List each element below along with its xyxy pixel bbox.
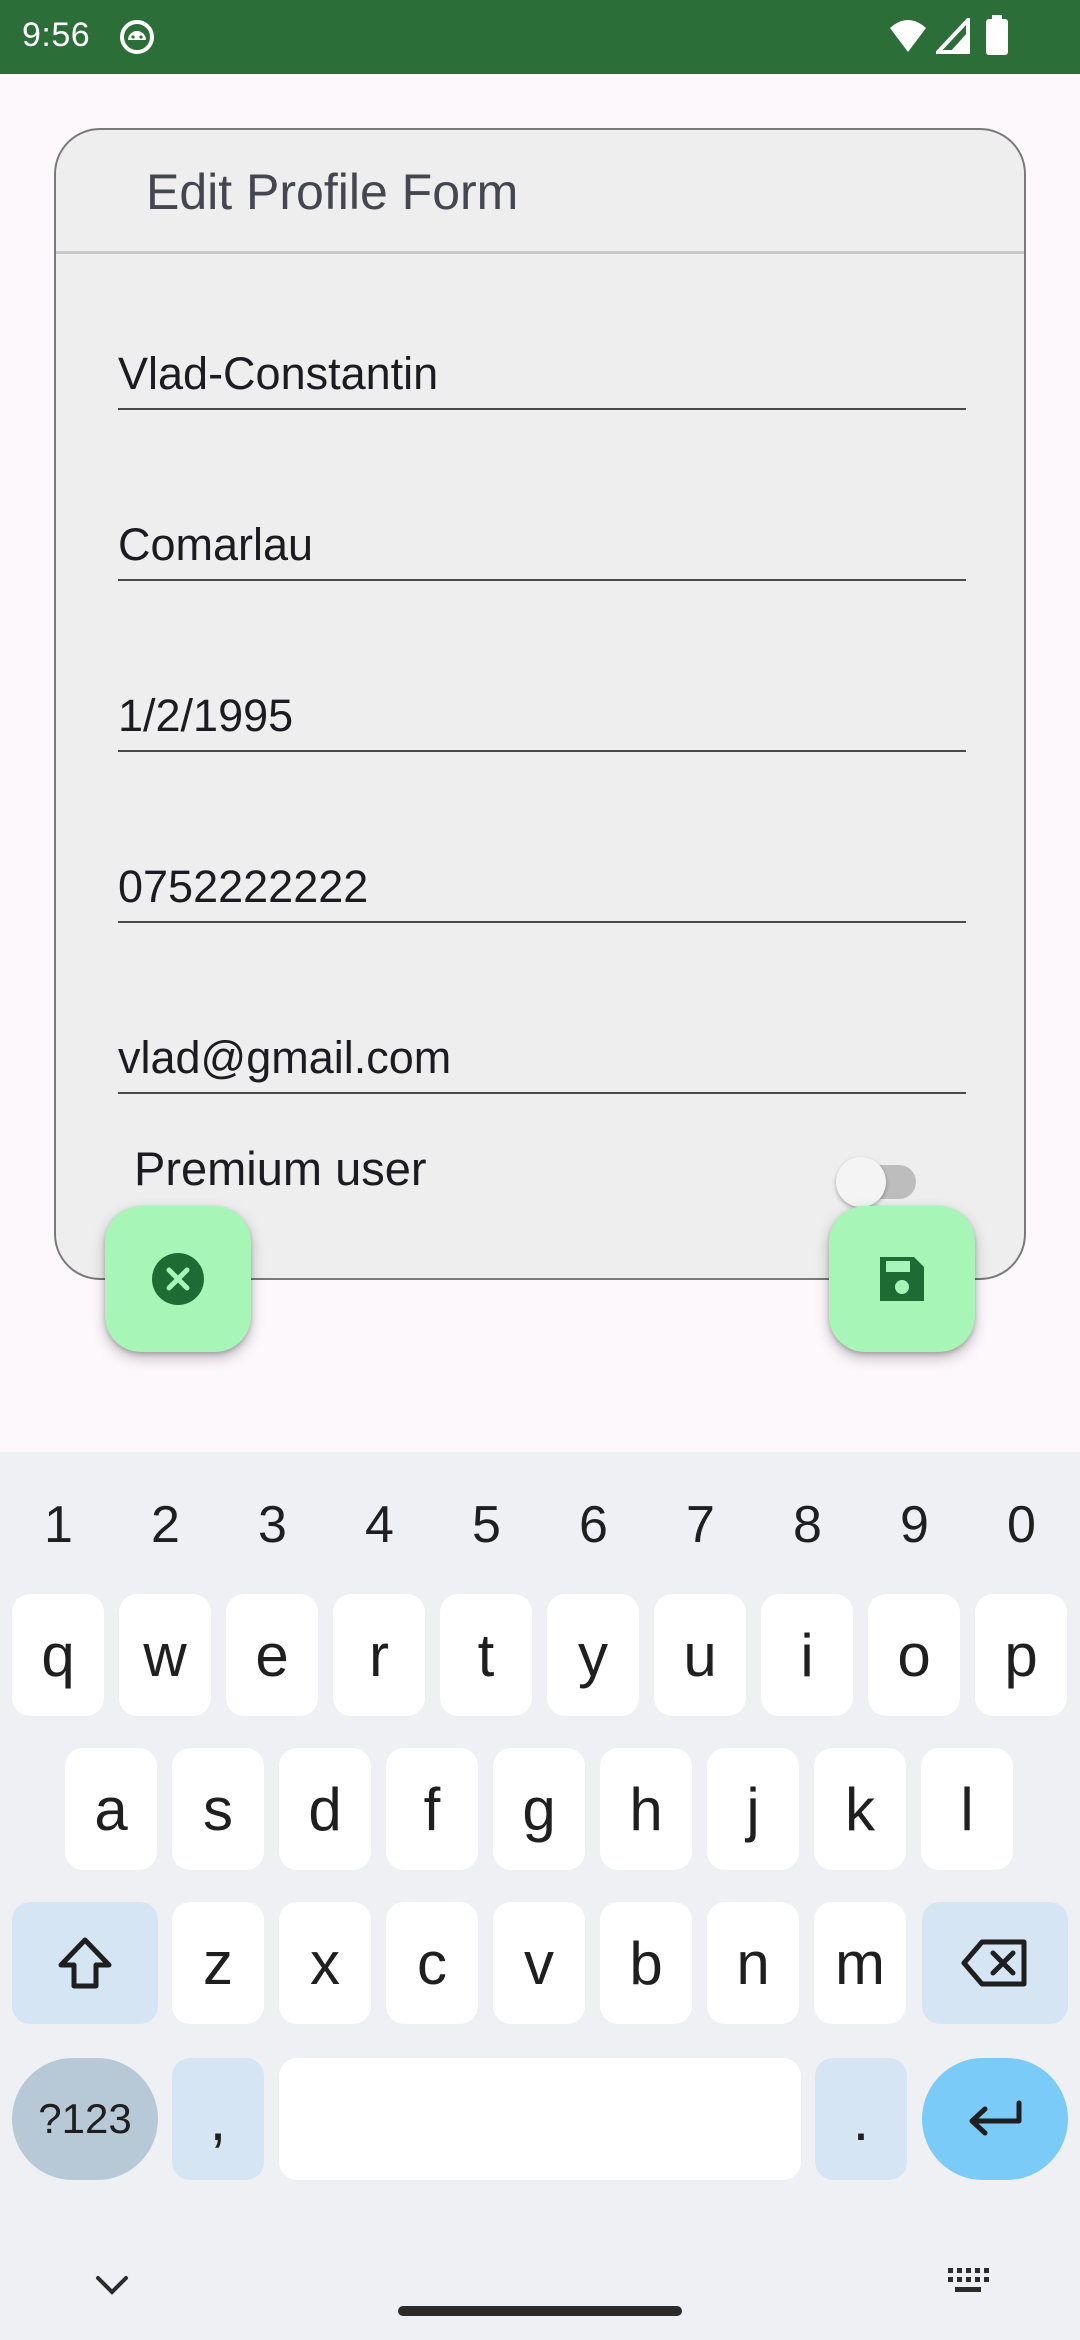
key-i[interactable]: i <box>761 1594 853 1716</box>
period-key[interactable]: . <box>815 2058 907 2180</box>
wifi-icon <box>890 20 926 52</box>
status-bar: 9:56 <box>0 0 1080 74</box>
space-key[interactable] <box>279 2058 801 2180</box>
card-header: Edit Profile Form <box>56 130 1024 254</box>
key-e[interactable]: e <box>226 1594 318 1716</box>
key-h[interactable]: h <box>600 1748 692 1870</box>
key-a[interactable]: a <box>65 1748 157 1870</box>
phone-field[interactable] <box>118 843 966 923</box>
edit-profile-card: Edit Profile Form Premium user <box>54 128 1026 1280</box>
chevron-down-icon[interactable] <box>92 2272 132 2298</box>
birth-date-field[interactable] <box>118 672 966 752</box>
key-2[interactable]: 2 <box>112 1485 219 1565</box>
key-z[interactable]: z <box>172 1902 264 2024</box>
key-b[interactable]: b <box>600 1902 692 2024</box>
cancel-icon <box>152 1253 204 1305</box>
key-r[interactable]: r <box>333 1594 425 1716</box>
key-0[interactable]: 0 <box>968 1485 1075 1565</box>
key-x[interactable]: x <box>279 1902 371 2024</box>
key-w[interactable]: w <box>119 1594 211 1716</box>
key-c[interactable]: c <box>386 1902 478 2024</box>
key-f[interactable]: f <box>386 1748 478 1870</box>
save-button[interactable] <box>829 1206 975 1352</box>
symbols-key[interactable]: ?123 <box>12 2058 158 2180</box>
key-j[interactable]: j <box>707 1748 799 1870</box>
key-g[interactable]: g <box>493 1748 585 1870</box>
key-t[interactable]: t <box>440 1594 532 1716</box>
first-name-input[interactable] <box>118 348 966 400</box>
key-q[interactable]: q <box>12 1594 104 1716</box>
shift-key[interactable] <box>12 1902 158 2024</box>
first-name-field[interactable] <box>118 330 966 410</box>
key-u[interactable]: u <box>654 1594 746 1716</box>
last-name-input[interactable] <box>118 519 966 571</box>
key-o[interactable]: o <box>868 1594 960 1716</box>
phone-input[interactable] <box>118 861 966 913</box>
key-s[interactable]: s <box>172 1748 264 1870</box>
comma-key[interactable]: , <box>172 2058 264 2180</box>
key-5[interactable]: 5 <box>433 1485 540 1565</box>
android-app-icon <box>120 20 154 54</box>
backspace-icon <box>961 1939 1027 1987</box>
backspace-key[interactable] <box>922 1902 1068 2024</box>
email-input[interactable] <box>118 1032 966 1084</box>
key-n[interactable]: n <box>707 1902 799 2024</box>
enter-key[interactable] <box>922 2058 1068 2180</box>
key-1[interactable]: 1 <box>5 1485 112 1565</box>
premium-user-switch[interactable] <box>836 1149 920 1207</box>
last-name-field[interactable] <box>118 501 966 581</box>
key-9[interactable]: 9 <box>861 1485 968 1565</box>
cancel-button[interactable] <box>105 1206 251 1352</box>
key-p[interactable]: p <box>975 1594 1067 1716</box>
premium-user-label: Premium user <box>134 1142 427 1195</box>
form-title: Edit Profile Form <box>146 164 519 220</box>
key-v[interactable]: v <box>493 1902 585 2024</box>
key-k[interactable]: k <box>814 1748 906 1870</box>
key-y[interactable]: y <box>547 1594 639 1716</box>
cell-signal-icon <box>936 18 970 54</box>
key-6[interactable]: 6 <box>540 1485 647 1565</box>
key-4[interactable]: 4 <box>326 1485 433 1565</box>
key-3[interactable]: 3 <box>219 1485 326 1565</box>
key-d[interactable]: d <box>279 1748 371 1870</box>
enter-icon <box>969 2100 1022 2136</box>
birth-date-input[interactable] <box>118 690 966 742</box>
battery-icon <box>986 15 1008 55</box>
soft-keyboard: 1234567890 qwertyuiop asdfghjkl zxcvbnm … <box>0 1452 1080 2340</box>
switch-thumb <box>836 1157 886 1207</box>
email-field[interactable] <box>118 1014 966 1094</box>
home-indicator[interactable] <box>398 2306 682 2316</box>
status-time: 9:56 <box>22 16 91 54</box>
key-m[interactable]: m <box>814 1902 906 2024</box>
key-8[interactable]: 8 <box>754 1485 861 1565</box>
key-l[interactable]: l <box>921 1748 1013 1870</box>
save-icon <box>880 1257 924 1301</box>
shift-icon <box>58 1937 112 1989</box>
keyboard-icon[interactable] <box>946 2266 990 2296</box>
key-7[interactable]: 7 <box>647 1485 754 1565</box>
